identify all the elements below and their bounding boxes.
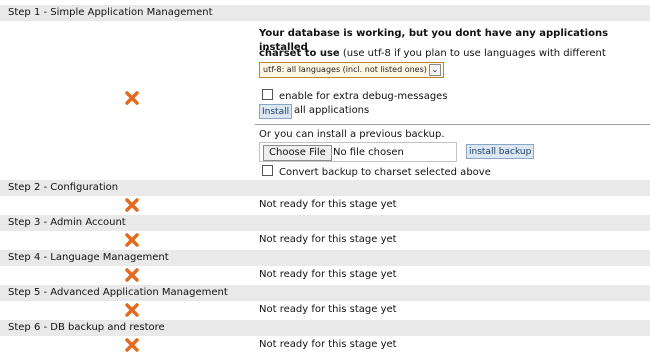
stage-status: Not ready for this stage yet xyxy=(259,234,397,245)
debug-checkbox[interactable] xyxy=(262,89,273,100)
step-header: Step 1 - Simple Application Management xyxy=(0,5,650,21)
stage-status: Not ready for this stage yet xyxy=(259,304,397,315)
charset-selected-value: utf-8: all languages (incl. not listed o… xyxy=(263,65,427,74)
step-header: Step 4 - Language Management xyxy=(0,250,650,266)
charset-select[interactable]: utf-8: all languages (incl. not listed o… xyxy=(259,62,444,78)
error-x-icon xyxy=(125,338,139,352)
step-header: Step 5 - Advanced Application Management xyxy=(0,285,650,301)
divider xyxy=(255,124,650,125)
charset-label: charset to use xyxy=(259,48,340,59)
stage-status: Not ready for this stage yet xyxy=(259,339,397,350)
step-header: Step 6 - DB backup and restore xyxy=(0,320,650,336)
chevron-down-icon[interactable]: ⌄ xyxy=(429,64,441,76)
stage-status: Not ready for this stage yet xyxy=(259,199,397,210)
backup-file-input[interactable]: Choose File No file chosen xyxy=(259,142,457,162)
file-status: No file chosen xyxy=(333,147,404,158)
error-x-icon xyxy=(125,91,139,105)
step-header: Step 3 - Admin Account xyxy=(0,215,650,231)
convert-checkbox[interactable] xyxy=(262,165,273,176)
error-x-icon xyxy=(125,233,139,247)
convert-label: Convert backup to charset selected above xyxy=(279,167,491,178)
step-header: Step 2 - Configuration xyxy=(0,180,650,196)
install-button[interactable]: Install xyxy=(259,104,293,119)
install-suffix: all applications xyxy=(294,105,370,116)
error-x-icon xyxy=(125,303,139,317)
debug-label: enable for extra debug-messages xyxy=(279,91,448,102)
choose-file-button[interactable]: Choose File xyxy=(263,145,332,161)
backup-prompt: Or you can install a previous backup. xyxy=(259,129,445,140)
install-backup-button[interactable]: install backup xyxy=(466,144,535,159)
error-x-icon xyxy=(125,198,139,212)
error-x-icon xyxy=(125,268,139,282)
stage-status: Not ready for this stage yet xyxy=(259,269,397,280)
